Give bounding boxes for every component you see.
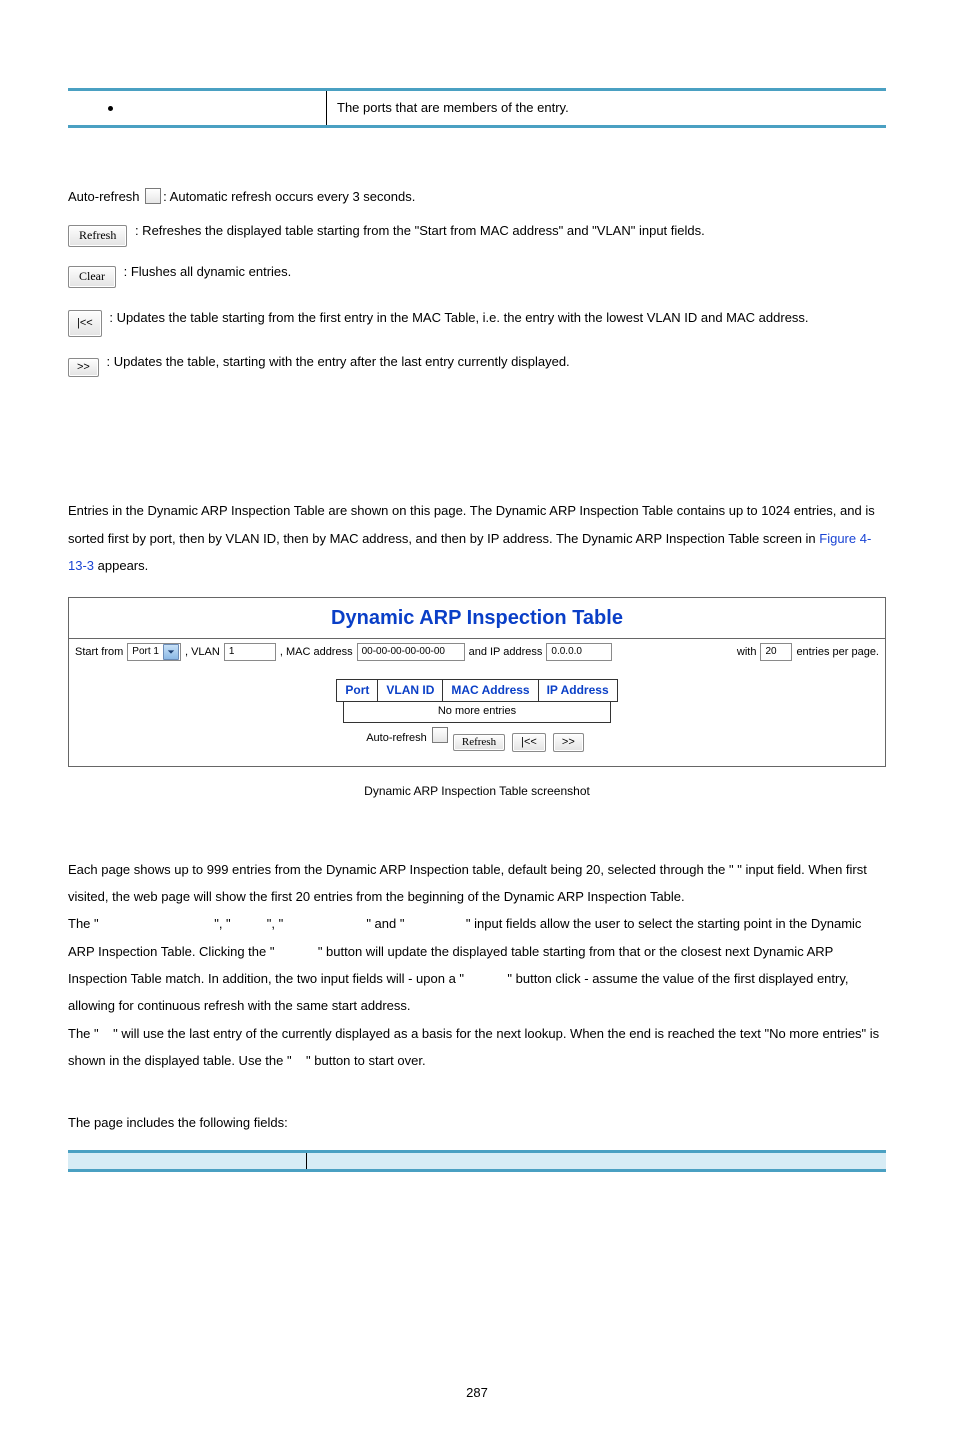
figure-caption: Dynamic ARP Inspection Table screenshot [68, 783, 886, 800]
mac-input[interactable]: 00-00-00-00-00-00 [357, 643, 465, 661]
header-mac-address: MAC Address [443, 680, 538, 702]
intro-paragraph: Entries in the Dynamic ARP Inspection Ta… [68, 497, 886, 579]
port-select[interactable]: Port 1 [127, 643, 181, 661]
dynamic-arp-panel: Dynamic ARP Inspection Table Start from … [68, 597, 886, 767]
auto-refresh-prefix: Auto-refresh [68, 189, 143, 204]
nav-p3c: " button to start over. [306, 1053, 426, 1068]
nav-p2c: ", " [267, 916, 283, 931]
table-row: The ports that are members of the entry. [68, 90, 886, 127]
object-cell [116, 90, 327, 127]
start-from-label: Start from [75, 645, 123, 660]
ip-label: and IP address [469, 645, 543, 660]
intro-text-1: Entries in the Dynamic ARP Inspection Ta… [68, 503, 875, 545]
nav-p2d: " and " [366, 916, 404, 931]
auto-refresh-text: : Automatic refresh occurs every 3 secon… [163, 189, 415, 204]
first-text: : Updates the table starting from the fi… [109, 310, 808, 325]
with-label: with [737, 645, 757, 660]
auto-refresh-line: Auto-refresh : Automatic refresh occurs … [68, 188, 886, 206]
bullet-cell [68, 90, 116, 127]
refresh-button[interactable]: Refresh [68, 225, 127, 247]
checkbox-icon[interactable] [145, 188, 161, 204]
page-number: 287 [0, 1384, 954, 1402]
ip-input[interactable]: 0.0.0.0 [546, 643, 612, 661]
refresh-text: : Refreshes the displayed table starting… [135, 223, 705, 238]
mac-label: , MAC address [280, 645, 353, 660]
header-ip-address: IP Address [538, 680, 617, 702]
inner-table-headers: Port VLAN ID MAC Address IP Address [336, 679, 617, 702]
port-select-value: Port 1 [132, 645, 159, 659]
bullet-icon [108, 106, 113, 111]
nav-p2b: ", " [214, 916, 230, 931]
fields-header-description [307, 1152, 887, 1171]
nav-p3a: The " [68, 1026, 99, 1041]
next-text: : Updates the table, starting with the e… [106, 354, 569, 369]
description-cell: The ports that are members of the entry. [327, 90, 887, 127]
first-line: |<< : Updates the table starting from th… [68, 304, 886, 337]
panel-bottom-controls: Auto-refresh Refresh |<< >> [69, 723, 885, 760]
header-port: Port [337, 680, 378, 702]
checkbox-icon[interactable] [432, 727, 448, 743]
vlan-label: , VLAN [185, 645, 220, 660]
buttons-section: Auto-refresh : Automatic refresh occurs … [68, 188, 886, 377]
panel-next-button[interactable]: >> [553, 733, 584, 752]
panel-title: Dynamic ARP Inspection Table [69, 598, 885, 638]
fields-table [68, 1150, 886, 1172]
nav-p3b: " will use the last entry of the current… [68, 1026, 879, 1068]
fields-header-object [68, 1152, 307, 1171]
inner-table-area: Port VLAN ID MAC Address IP Address No m… [69, 665, 885, 766]
fields-intro: The page includes the following fields: [68, 1114, 886, 1132]
table-header-row [68, 1152, 886, 1171]
description-text: The ports that are members of the entry. [337, 100, 569, 115]
first-page-button[interactable]: |<< [68, 310, 102, 337]
panel-filter-row: Start from Port 1 , VLAN 1 , MAC address… [69, 638, 885, 665]
intro-text-2: appears. [94, 558, 148, 573]
with-suffix: entries per page. [796, 645, 879, 660]
refresh-line: Refresh : Refreshes the displayed table … [68, 222, 886, 247]
no-more-entries: No more entries [343, 702, 611, 722]
clear-line: Clear : Flushes all dynamic entries. [68, 263, 886, 288]
auto-refresh-panel-label: Auto-refresh [366, 732, 427, 744]
members-row-table: The ports that are members of the entry. [68, 88, 886, 128]
chevron-down-icon [163, 644, 179, 660]
navigation-paragraphs: Each page shows up to 999 entries from t… [68, 856, 886, 1074]
header-vlan-id: VLAN ID [378, 680, 443, 702]
nav-p2a: The " [68, 916, 99, 931]
clear-button[interactable]: Clear [68, 266, 116, 288]
panel-first-button[interactable]: |<< [512, 733, 546, 752]
vlan-input[interactable]: 1 [224, 643, 276, 661]
clear-text: : Flushes all dynamic entries. [124, 264, 292, 279]
entries-per-page-input[interactable]: 20 [760, 643, 792, 661]
panel-refresh-button[interactable]: Refresh [453, 734, 505, 751]
next-line: >> : Updates the table, starting with th… [68, 353, 886, 377]
next-page-button[interactable]: >> [68, 358, 99, 377]
section-spacer [68, 447, 886, 467]
nav-p1a: Each page shows up to 999 entries from t… [68, 862, 734, 877]
